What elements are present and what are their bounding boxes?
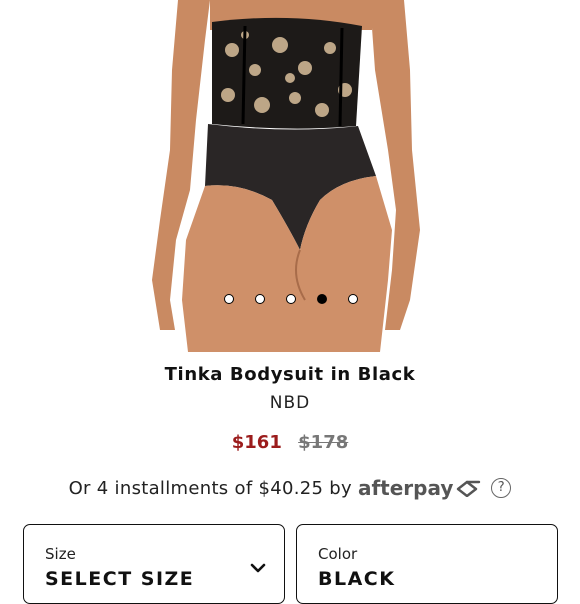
- carousel-dot[interactable]: [285, 294, 296, 304]
- installments-row: Or 4 installments of $40.25 by afterpay …: [0, 476, 580, 500]
- product-brand[interactable]: NBD: [0, 393, 580, 413]
- original-price: $178: [298, 432, 349, 453]
- price-row: $161 $178: [0, 432, 580, 453]
- sale-price: $161: [231, 432, 282, 453]
- afterpay-arrows-icon: [457, 480, 481, 497]
- installments-text: Or 4 installments of $40.25 by: [68, 477, 352, 499]
- size-label: Size: [45, 545, 76, 563]
- carousel-indicators: [0, 294, 580, 308]
- color-value: BLACK: [318, 568, 396, 590]
- afterpay-logo: afterpay: [358, 476, 481, 500]
- question-circle-icon[interactable]: ?: [491, 478, 512, 498]
- carousel-dot[interactable]: [223, 294, 234, 304]
- color-select[interactable]: Color BLACK: [296, 524, 558, 604]
- carousel-dot[interactable]: [347, 294, 358, 304]
- chevron-down-icon: [250, 563, 266, 573]
- afterpay-wordmark: afterpay: [357, 476, 454, 500]
- product-title: Tinka Bodysuit in Black: [164, 364, 416, 385]
- size-select[interactable]: Size SELECT SIZE: [23, 524, 285, 604]
- carousel-dot[interactable]: [316, 294, 327, 304]
- carousel-dot[interactable]: [254, 294, 265, 304]
- product-image[interactable]: [0, 0, 580, 352]
- size-value: SELECT SIZE: [45, 568, 195, 590]
- color-label: Color: [318, 545, 358, 563]
